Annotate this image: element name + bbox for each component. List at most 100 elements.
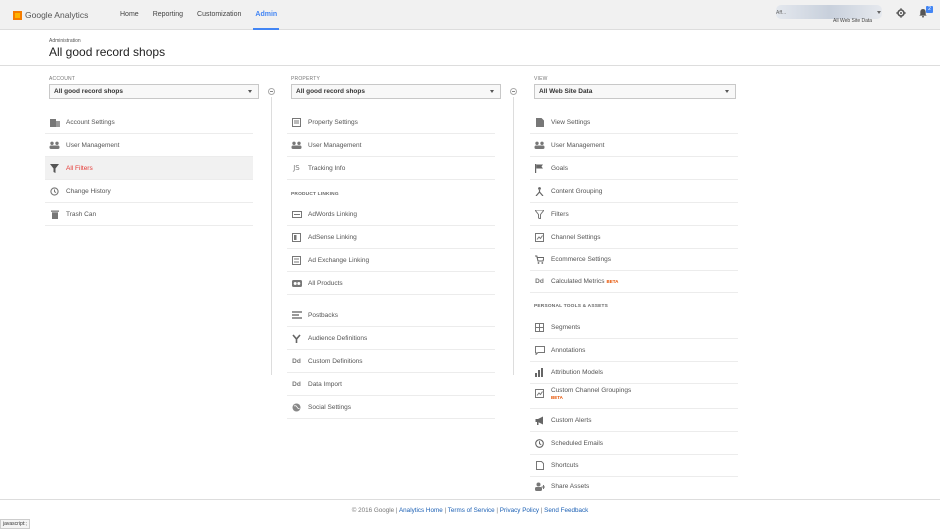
property-select[interactable]: All good record shops <box>291 84 501 99</box>
clock-icon <box>534 438 545 448</box>
all-filters-item[interactable]: All Filters <box>45 157 253 180</box>
ad-exchange-linking-item[interactable]: Ad Exchange Linking <box>287 249 495 272</box>
send-feedback-link[interactable]: Send Feedback <box>544 507 588 514</box>
view-user-management-item[interactable]: User Management <box>530 134 738 157</box>
column-divider <box>513 97 514 375</box>
collapse-account-icon[interactable] <box>268 88 275 95</box>
nav-admin[interactable]: Admin <box>253 0 279 30</box>
annotations-item[interactable]: Annotations <box>530 339 738 362</box>
bar-chart-icon <box>534 367 545 377</box>
adwords-icon <box>291 210 302 219</box>
share-assets-item[interactable]: Share Assets <box>530 475 738 498</box>
shortcuts-item[interactable]: Shortcuts <box>530 454 738 477</box>
history-icon <box>49 186 60 196</box>
menu-item-label: Audience Definitions <box>308 334 368 342</box>
content-grouping-item[interactable]: Content Grouping <box>530 180 738 203</box>
menu-item-label: Segments <box>551 323 581 331</box>
property-column: PROPERTY All good record shops Property … <box>287 76 501 419</box>
users-icon <box>49 141 60 150</box>
breadcrumb: Administration <box>49 38 81 44</box>
property-column-label: PROPERTY <box>291 76 321 82</box>
menu-item-label: User Management <box>308 141 362 149</box>
flag-icon <box>534 163 545 173</box>
custom-definitions-item[interactable]: Dd Custom Definitions <box>287 350 495 373</box>
beta-badge: BETA <box>551 395 563 400</box>
dd-icon: Dd <box>535 277 544 285</box>
account-select-value: All good record shops <box>54 88 123 95</box>
attribution-models-item[interactable]: Attribution Models <box>530 361 738 384</box>
menu-item-label: Data Import <box>308 380 342 388</box>
account-user-management-item[interactable]: User Management <box>45 134 253 157</box>
dd-icon: Dd <box>292 357 301 365</box>
view-column-label: VIEW <box>534 76 548 82</box>
custom-alerts-item[interactable]: Custom Alerts <box>530 409 738 432</box>
nav-customization[interactable]: Customization <box>197 0 241 30</box>
change-history-item[interactable]: Change History <box>45 180 253 203</box>
custom-channel-groupings-item[interactable]: Custom Channel Groupings BETA <box>530 384 738 409</box>
view-settings-item[interactable]: View Settings <box>530 111 738 134</box>
menu-item-label: AdWords Linking <box>308 210 358 218</box>
notification-count-badge: 2 <box>926 6 933 13</box>
cart-icon <box>534 254 545 264</box>
megaphone-icon <box>534 416 545 425</box>
tracking-info-item[interactable]: JS Tracking Info <box>287 157 495 180</box>
goals-item[interactable]: Goals <box>530 157 738 180</box>
account-column: ACCOUNT All good record shops Account Se… <box>45 76 259 226</box>
view-column: VIEW All Web Site Data View Settings Use… <box>530 76 744 491</box>
data-import-item[interactable]: Dd Data Import <box>287 373 495 396</box>
menu-item-label: Social Settings <box>308 403 351 411</box>
channel-icon <box>534 232 545 242</box>
grouping-icon <box>534 186 545 196</box>
social-settings-item[interactable]: Social Settings <box>287 396 495 419</box>
channel-icon <box>534 389 545 398</box>
all-products-item[interactable]: All Products <box>287 272 495 295</box>
logo-text: Google Analytics <box>25 10 89 20</box>
account-selector[interactable] <box>776 5 882 19</box>
menu-item-label: Ecommerce Settings <box>551 255 611 263</box>
menu-item-label: Custom Alerts <box>551 416 592 424</box>
filter-icon <box>49 163 60 173</box>
page-header: Administration All good record shops <box>0 30 940 66</box>
segments-item[interactable]: Segments <box>530 316 738 339</box>
terms-of-service-link[interactable]: Terms of Service <box>448 507 495 514</box>
privacy-policy-link[interactable]: Privacy Policy <box>500 507 539 514</box>
menu-item-label: Trash Can <box>66 210 97 218</box>
adsense-icon <box>291 232 302 242</box>
menu-item-label: Content Grouping <box>551 187 603 195</box>
account-settings-item[interactable]: Account Settings <box>45 111 253 134</box>
gear-icon[interactable] <box>896 8 906 18</box>
page-title: All good record shops <box>49 45 166 59</box>
adsense-linking-item[interactable]: AdSense Linking <box>287 226 495 249</box>
scheduled-emails-item[interactable]: Scheduled Emails <box>530 432 738 455</box>
property-settings-item[interactable]: Property Settings <box>287 111 495 134</box>
nav-home[interactable]: Home <box>120 0 139 30</box>
share-icon <box>534 482 545 491</box>
channel-settings-item[interactable]: Channel Settings <box>530 226 738 249</box>
menu-item-label: Goals <box>551 164 568 172</box>
users-icon <box>291 141 302 150</box>
property-user-management-item[interactable]: User Management <box>287 134 495 157</box>
nav-reporting[interactable]: Reporting <box>153 0 183 30</box>
ecommerce-settings-item[interactable]: Ecommerce Settings <box>530 248 738 271</box>
products-icon <box>291 279 302 288</box>
browser-status-bar: javascript:; <box>0 519 30 529</box>
collapse-property-icon[interactable] <box>510 88 517 95</box>
calculated-metrics-item[interactable]: Dd Calculated Metrics BETA <box>530 270 738 293</box>
audience-icon <box>291 333 302 343</box>
analytics-home-link[interactable]: Analytics Home <box>399 507 443 514</box>
chevron-down-icon <box>725 90 729 93</box>
view-filters-item[interactable]: Filters <box>530 203 738 226</box>
menu-item-label: Tracking Info <box>308 164 346 172</box>
menu-item-label: Change History <box>66 187 111 195</box>
view-select[interactable]: All Web Site Data <box>534 84 736 99</box>
postbacks-item[interactable]: Postbacks <box>287 304 495 327</box>
menu-item-label: Attribution Models <box>551 368 604 376</box>
account-select[interactable]: All good record shops <box>49 84 259 99</box>
menu-item-label: Custom Channel Groupings <box>551 387 632 394</box>
property-select-value: All good record shops <box>296 88 365 95</box>
google-analytics-logo[interactable]: Google Analytics <box>13 9 88 21</box>
adwords-linking-item[interactable]: AdWords Linking <box>287 203 495 226</box>
audience-definitions-item[interactable]: Audience Definitions <box>287 327 495 350</box>
trash-can-item[interactable]: Trash Can <box>45 203 253 226</box>
chevron-down-icon[interactable] <box>877 11 881 14</box>
